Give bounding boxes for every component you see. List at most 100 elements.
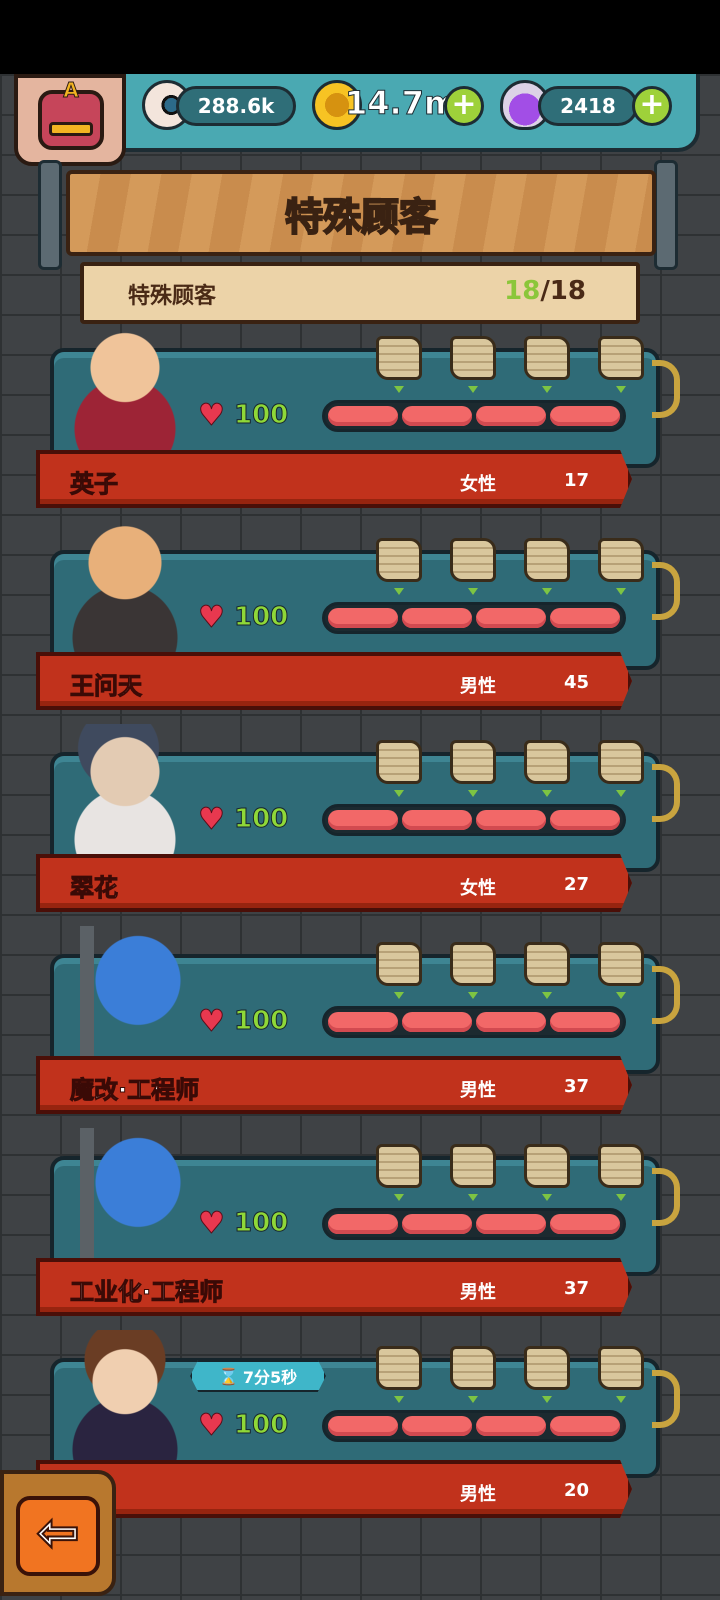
unlocked-marker-icon xyxy=(542,1396,552,1403)
recipe-scroll-icon[interactable] xyxy=(524,538,570,582)
progress-segment xyxy=(550,1214,620,1234)
right-chain xyxy=(654,160,678,270)
name-ribbon xyxy=(36,450,632,508)
progress-segment xyxy=(476,406,546,426)
recipe-scroll-icon[interactable] xyxy=(450,1346,496,1390)
customer-row[interactable]: ♥ 100 K 男性 20 ⌛7分5秒 xyxy=(30,1330,680,1530)
recipe-scroll-icon[interactable] xyxy=(598,336,644,380)
recipe-scroll-icon[interactable] xyxy=(450,1144,496,1188)
progress-segment xyxy=(402,810,472,830)
customer-portrait[interactable] xyxy=(60,522,190,658)
recipe-scroll-icon[interactable] xyxy=(524,336,570,380)
progress-segment xyxy=(550,406,620,426)
customer-row[interactable]: ♥ 100 翠花 女性 27 xyxy=(30,724,680,924)
customer-portrait[interactable] xyxy=(60,320,190,456)
unlocked-marker-icon xyxy=(616,790,626,797)
unlocked-marker-icon xyxy=(542,1194,552,1201)
collection-count: 18/18 xyxy=(504,276,586,306)
status-bar xyxy=(0,0,720,74)
recipe-scroll-icon[interactable] xyxy=(524,1346,570,1390)
category-label: 特殊顾客 xyxy=(128,284,217,309)
recipe-scroll-icon[interactable] xyxy=(450,538,496,582)
customer-gender: 女性 xyxy=(460,878,496,899)
heart-icon: ♥ xyxy=(198,802,226,837)
recipe-scroll-icon[interactable] xyxy=(598,942,644,986)
customer-portrait[interactable] xyxy=(60,1330,190,1466)
recipe-scroll-icon[interactable] xyxy=(450,942,496,986)
heart-icon: ♥ xyxy=(198,600,226,635)
unlocked-marker-icon xyxy=(394,1194,404,1201)
heart-icon: ♥ xyxy=(198,1004,226,1039)
cooldown-timer: ⌛ 7分5秒 xyxy=(190,1360,326,1392)
affection-progress-bar xyxy=(322,1410,626,1442)
customer-row[interactable]: ♥ 100 英子 女性 17 xyxy=(30,320,680,520)
customer-portrait[interactable] xyxy=(60,1128,190,1264)
unlocked-marker-icon xyxy=(468,1396,478,1403)
customer-portrait[interactable] xyxy=(60,724,190,860)
progress-segment xyxy=(328,608,398,628)
affection-value: 100 xyxy=(233,400,289,431)
unlocked-marker-icon xyxy=(468,790,478,797)
recipe-scroll-icon[interactable] xyxy=(376,1346,422,1390)
name-ribbon xyxy=(36,1460,632,1518)
back-button[interactable]: ⇦ xyxy=(16,1496,100,1576)
recipe-scroll-icon[interactable] xyxy=(598,1144,644,1188)
recipe-scroll-icon[interactable] xyxy=(524,1144,570,1188)
affection-progress-bar xyxy=(322,602,626,634)
hook-decoration xyxy=(652,1370,680,1428)
recipe-scroll-icon[interactable] xyxy=(450,336,496,380)
customer-row[interactable]: ♥ 100 工业化·工程师 男性 37 xyxy=(30,1128,680,1328)
add-coins-button[interactable]: + xyxy=(444,86,484,126)
unlocked-marker-icon xyxy=(468,1194,478,1201)
progress-segment xyxy=(402,1416,472,1436)
hook-decoration xyxy=(652,966,680,1024)
rank-letter: A xyxy=(63,78,79,103)
customer-gender: 男性 xyxy=(460,1282,496,1303)
customer-row[interactable]: ♥ 100 王问天 男性 45 xyxy=(30,522,680,722)
customer-gender: 女性 xyxy=(460,474,496,495)
recipe-scroll-icon[interactable] xyxy=(598,538,644,582)
unlocked-marker-icon xyxy=(468,992,478,999)
hourglass-icon: ⌛ xyxy=(218,1366,239,1386)
recipe-scroll-icon[interactable] xyxy=(376,538,422,582)
customer-name: 魔改·工程师 xyxy=(69,1076,200,1105)
customer-age: 37 xyxy=(564,1076,590,1097)
unlocked-marker-icon xyxy=(394,1396,404,1403)
progress-segment xyxy=(476,1416,546,1436)
affection-value: 100 xyxy=(233,1410,289,1441)
unlocked-marker-icon xyxy=(616,386,626,393)
player-badge[interactable]: A xyxy=(14,74,126,166)
recipe-scroll-icon[interactable] xyxy=(376,1144,422,1188)
recipe-scroll-icon[interactable] xyxy=(598,1346,644,1390)
collected-count: 18 xyxy=(504,276,541,306)
heart-icon: ♥ xyxy=(198,1408,226,1443)
heart-icon: ♥ xyxy=(198,1206,226,1241)
customer-gender: 男性 xyxy=(460,1484,496,1505)
recipe-scroll-icon[interactable] xyxy=(376,942,422,986)
affection-value: 100 xyxy=(233,1208,289,1239)
unlocked-marker-icon xyxy=(542,588,552,595)
affection-progress-bar xyxy=(322,1208,626,1240)
recipe-scroll-icon[interactable] xyxy=(450,740,496,784)
customer-row[interactable]: ♥ 100 魔改·工程师 男性 37 xyxy=(30,926,680,1126)
add-potions-button[interactable]: + xyxy=(632,86,672,126)
progress-segment xyxy=(328,1214,398,1234)
eyes-counter: 288.6k xyxy=(176,86,296,126)
recipe-scroll-icon[interactable] xyxy=(524,942,570,986)
recipe-scroll-icon[interactable] xyxy=(598,740,644,784)
recipe-scroll-icon[interactable] xyxy=(376,740,422,784)
timer-text: 7分5秒 xyxy=(242,1368,298,1387)
recipe-scroll-icon[interactable] xyxy=(376,336,422,380)
customer-age: 45 xyxy=(564,672,590,693)
unlocked-marker-icon xyxy=(616,1194,626,1201)
unlocked-marker-icon xyxy=(394,790,404,797)
customer-name: 英子 xyxy=(70,470,119,499)
customer-age: 37 xyxy=(564,1278,590,1299)
customer-portrait[interactable] xyxy=(60,926,190,1062)
recipe-scroll-icon[interactable] xyxy=(524,740,570,784)
progress-segment xyxy=(402,1214,472,1234)
progress-segment xyxy=(402,608,472,628)
customer-age: 17 xyxy=(564,470,590,491)
hook-decoration xyxy=(652,360,680,418)
progress-segment xyxy=(550,810,620,830)
